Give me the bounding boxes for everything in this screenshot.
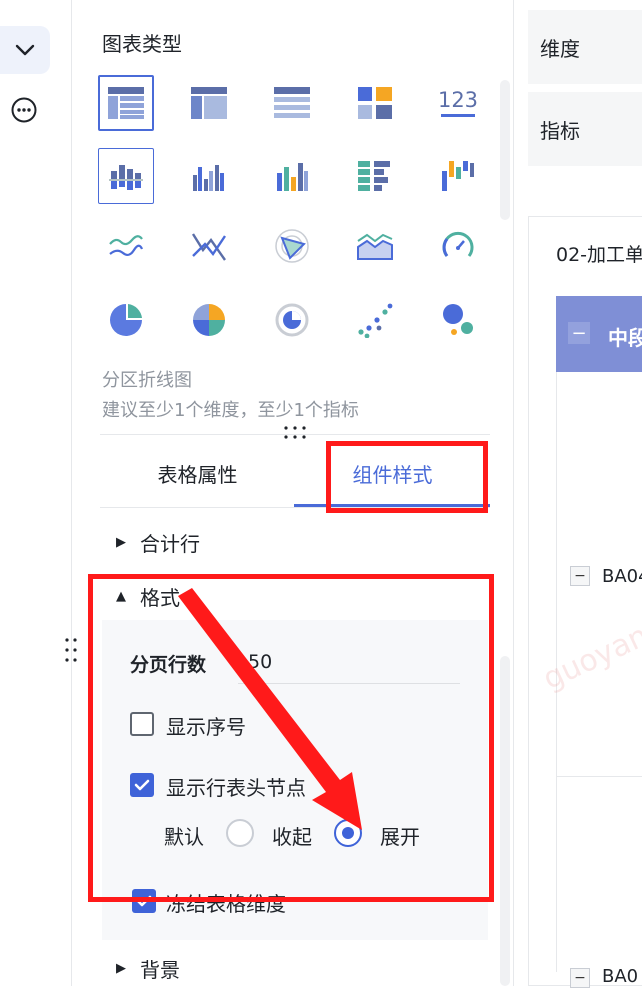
multi-line-icon [191,233,226,261]
dimension-label: 维度 [540,36,580,61]
chart-type-grouped-table[interactable] [181,75,237,131]
rose-pie-icon [193,304,225,336]
more-circle-icon [11,97,37,123]
chevron-down-icon [15,44,35,56]
chart-type-area[interactable] [347,218,403,274]
section-total-row-label: 合计行 [140,532,200,556]
collapse-node-icon[interactable]: − [568,322,590,344]
chart-type-grouped-bar[interactable] [181,148,237,204]
partition-bar-icon [109,165,143,190]
stacked-bar-icon [277,163,308,191]
collapse-node-icon[interactable]: − [570,566,590,586]
bubble-icon [443,304,473,335]
chart-type-bubble[interactable] [430,292,486,348]
kpi-blocks-icon [358,87,392,119]
grouped-table-icon [191,87,227,119]
chart-type-ring[interactable] [264,292,320,348]
scrollbar-top[interactable] [500,80,510,220]
number-card-icon: 123 [438,89,478,117]
metric-label: 指标 [540,118,580,143]
chart-type-stacked-bar[interactable] [264,148,320,204]
annotation-box-format [88,574,494,902]
waterfall-icon [442,161,474,191]
chart-type-pie[interactable] [98,292,154,348]
chart-type-radar[interactable] [264,218,320,274]
preview-title: 02-加工单 [556,244,642,266]
number-card-label: 123 [437,88,479,112]
column-divider [513,0,514,986]
chart-type-partition-bar[interactable] [98,148,154,204]
chart-type-detail-table[interactable] [264,75,320,131]
cross-table-icon [108,87,144,119]
dimension-drop-zone[interactable]: 维度 [528,10,642,84]
chart-type-partition-line[interactable] [98,218,154,274]
chart-type-cross-table[interactable] [98,75,154,131]
pie-icon [110,304,142,336]
preview-header-text: 中段 [608,326,642,350]
chart-type-gauge[interactable] [430,218,486,274]
scatter-icon [358,303,393,338]
selected-chart-hint: 建议至少1个维度，至少1个指标 [102,400,359,421]
chart-type-multi-line[interactable] [181,218,237,274]
section-background[interactable]: ▶ 背景 [116,954,180,983]
chart-type-scatter[interactable] [347,292,403,348]
detail-table-icon [274,87,310,118]
chart-type-kpi-blocks[interactable] [347,75,403,131]
partition-line-icon [109,235,144,257]
chart-type-title: 图表类型 [102,32,182,56]
annotation-box-style-tab [326,441,488,513]
horizontal-bar-icon [358,161,390,191]
ring-icon [275,303,309,337]
chart-type-number-card[interactable]: 123 [430,75,486,131]
preview-row-label: BA0 [602,966,639,987]
metric-drop-zone[interactable]: 指标 [528,92,642,166]
caret-right-icon: ▶ [116,535,126,550]
gauge-icon [442,231,474,257]
caret-right-icon: ▶ [116,961,126,976]
scrollbar-bottom[interactable] [500,656,510,986]
section-background-label: 背景 [140,958,180,982]
area-icon [357,233,393,260]
left-rail [0,0,72,986]
more-button[interactable] [10,96,38,124]
drag-handle-vertical-icon[interactable] [63,636,79,670]
radar-icon [275,229,309,263]
tab-table-properties[interactable]: 表格属性 [100,440,295,506]
section-total-row[interactable]: ▶ 合计行 [116,528,200,557]
chart-type-waterfall[interactable] [430,148,486,204]
chart-type-horizontal-bar[interactable] [347,148,403,204]
preview-row-label: BA04 [602,566,642,587]
number-card-underline [441,114,475,117]
collapse-node-icon[interactable]: − [570,968,590,988]
grouped-bar-icon [193,165,224,191]
selected-chart-name: 分区折线图 [102,370,192,391]
chart-type-rose-pie[interactable] [181,292,237,348]
collapse-button[interactable] [0,26,50,74]
preview-grid-line [556,776,642,777]
